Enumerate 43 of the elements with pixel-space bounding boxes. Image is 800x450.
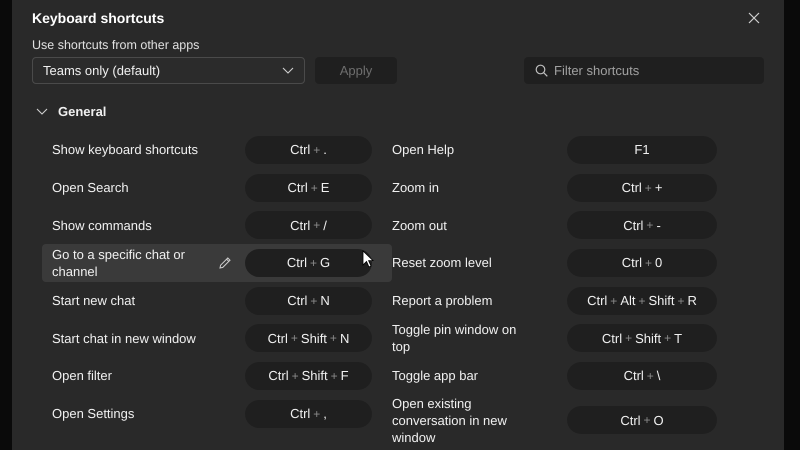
shortcut-label: Report a problem xyxy=(392,292,494,310)
close-button[interactable] xyxy=(746,10,762,26)
shortcut-keys: Ctrl + N xyxy=(245,286,372,315)
shortcut-keys: Ctrl + / xyxy=(245,211,372,240)
shortcut-keys: Ctrl + \ xyxy=(567,362,717,390)
shortcut-label: Open Search xyxy=(52,179,130,196)
close-icon xyxy=(748,12,760,24)
shortcut-keys: Ctrl + - xyxy=(567,211,717,240)
shortcut-label: Show commands xyxy=(52,216,153,234)
shortcut-keys: Ctrl + E xyxy=(245,174,372,202)
shortcut-label: Toggle pin window on top xyxy=(392,321,518,356)
shortcut-keys: Ctrl + Shift + T xyxy=(567,324,717,352)
shortcut-label: Open Help xyxy=(392,141,456,158)
shortcut-keys: Ctrl + Shift + N xyxy=(245,324,372,352)
shortcut-keys: F1 xyxy=(567,136,717,164)
dialog-title: Keyboard shortcuts xyxy=(32,10,164,26)
cursor-icon xyxy=(362,250,374,268)
shortcut-keys: Ctrl + , xyxy=(245,400,372,428)
search-icon xyxy=(535,64,548,77)
shortcut-label: Reset zoom level xyxy=(392,254,493,272)
shortcut-keys: Ctrl + + xyxy=(567,174,717,202)
shortcut-label: Open filter xyxy=(52,367,113,384)
shortcut-label: Toggle app bar xyxy=(392,367,480,384)
shortcut-keys: Ctrl + Shift + F xyxy=(245,362,372,390)
shortcut-keys: Ctrl + Alt + Shift + R xyxy=(567,286,717,315)
shortcut-label: Open existing conversation in new window xyxy=(392,394,508,446)
shortcut-label: Zoom in xyxy=(392,179,440,196)
shortcut-label: Show keyboard shortcuts xyxy=(52,141,199,158)
shortcut-keys: Ctrl + 0 xyxy=(567,248,717,277)
shortcut-keys: Ctrl + O xyxy=(567,406,717,434)
pencil-icon xyxy=(218,256,232,270)
search-field[interactable]: Filter shortcuts xyxy=(524,57,764,84)
shortcut-keys: Ctrl + . xyxy=(245,136,372,164)
chevron-down-icon xyxy=(282,67,294,74)
shortcut-label: Start new chat xyxy=(52,292,136,310)
shortcut-label: Open Settings xyxy=(52,405,136,422)
shortcut-label: Go to a specific chat or channel xyxy=(52,246,186,280)
shortcut-label: Start chat in new window xyxy=(52,330,197,347)
dropdown[interactable]: Teams only (default) xyxy=(32,57,305,84)
shortcut-keys: Ctrl + G xyxy=(245,248,372,277)
shortcut-label: Zoom out xyxy=(392,216,448,234)
section-header[interactable]: General xyxy=(36,98,126,124)
field-label: Use shortcuts from other apps xyxy=(32,38,200,52)
